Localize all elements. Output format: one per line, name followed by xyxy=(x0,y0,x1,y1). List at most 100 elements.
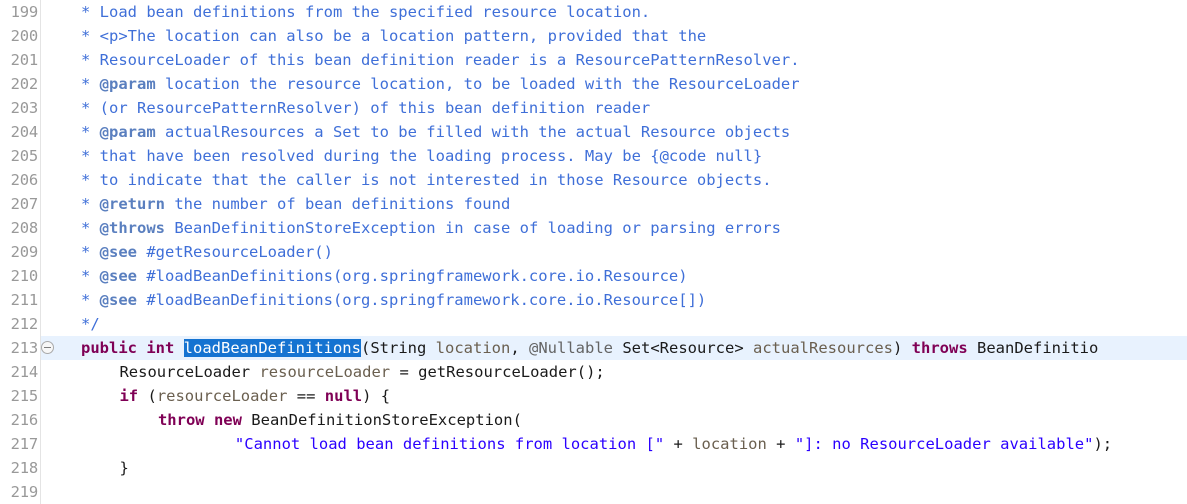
code-lines-container[interactable]: 199 * Load bean definitions from the spec… xyxy=(0,0,1187,504)
code-line-text[interactable]: } xyxy=(119,456,128,480)
code-line-text[interactable]: * @see #loadBeanDefinitions(org.springfr… xyxy=(81,288,706,312)
code-line-text[interactable]: * @see #loadBeanDefinitions(org.springfr… xyxy=(81,264,688,288)
code-line-text[interactable]: * to indicate that the caller is not int… xyxy=(81,168,772,192)
code-token: if xyxy=(119,387,139,405)
code-line[interactable]: 219 xyxy=(0,480,1187,504)
code-token: @param xyxy=(99,75,156,93)
code-line[interactable]: 210 * @see #loadBeanDefinitions(org.sprin… xyxy=(0,264,1187,288)
code-token: * <p>The location can also be a location… xyxy=(81,27,707,45)
line-number: 203 xyxy=(10,99,39,117)
code-token: * xyxy=(81,267,100,285)
code-line-text[interactable]: * (or ResourcePatternResolver) of this b… xyxy=(81,96,650,120)
code-token: ResourceLoader xyxy=(119,363,251,381)
code-line[interactable]: 203 * (or ResourcePatternResolver) of thi… xyxy=(0,96,1187,120)
code-line-text[interactable]: * @see #getResourceLoader() xyxy=(81,240,333,264)
line-number: 217 xyxy=(10,435,39,453)
code-token: ); xyxy=(1093,435,1113,453)
line-number: 204 xyxy=(10,123,39,141)
code-line-text[interactable]: * Load bean definitions from the specifi… xyxy=(81,0,650,24)
code-line[interactable]: 204 * @param actualResources a Set to be … xyxy=(0,120,1187,144)
code-line[interactable]: 207 * @return the number of bean definiti… xyxy=(0,192,1187,216)
code-line-text[interactable]: * @param actualResources a Set to be fil… xyxy=(81,120,790,144)
code-line-text[interactable]: if (resourceLoader == null) { xyxy=(119,384,390,408)
code-line[interactable]: 206 * to indicate that the caller is not … xyxy=(0,168,1187,192)
code-line[interactable]: 217 "Cannot load bean definitions from lo… xyxy=(0,432,1187,456)
code-line-text[interactable]: * that have been resolved during the loa… xyxy=(81,144,762,168)
code-line[interactable]: 215 if (resourceLoader == null) { xyxy=(0,384,1187,408)
code-line[interactable]: 201 * ResourceLoader of this bean definit… xyxy=(0,48,1187,72)
code-token: * that have been resolved during the loa… xyxy=(81,147,763,165)
code-token: @see xyxy=(99,267,137,285)
code-token: , xyxy=(510,339,529,357)
code-token: #loadBeanDefinitions(org.springframework… xyxy=(137,267,688,285)
code-token: } xyxy=(119,459,129,477)
code-line-text[interactable]: ResourceLoader resourceLoader = getResou… xyxy=(119,360,604,384)
code-token: location xyxy=(692,435,767,453)
code-token: resourceLoader xyxy=(156,387,288,405)
code-line-text[interactable]: public int loadBeanDefinitions(String lo… xyxy=(81,336,1098,360)
line-number: 215 xyxy=(10,387,39,405)
code-token: location the resource location, to be lo… xyxy=(155,75,800,93)
code-line[interactable]: 199 * Load bean definitions from the spec… xyxy=(0,0,1187,24)
selected-token: loadBeanDefinitions xyxy=(183,339,361,357)
code-line-text[interactable]: * @return the number of bean definitions… xyxy=(81,192,510,216)
code-token: BeanDefinitionStoreException in case of … xyxy=(165,219,781,237)
line-number: 202 xyxy=(10,75,39,93)
code-token: the number of bean definitions found xyxy=(165,195,511,213)
code-line[interactable]: 200 * <p>The location can also be a locat… xyxy=(0,24,1187,48)
code-token: ( xyxy=(138,387,157,405)
code-line[interactable]: 202 * @param location the resource locati… xyxy=(0,72,1187,96)
code-token: @see xyxy=(99,243,137,261)
code-token: ( xyxy=(360,339,371,357)
code-token: @throws xyxy=(99,219,165,237)
line-number: 207 xyxy=(10,195,39,213)
code-line-background xyxy=(40,312,1187,336)
line-number: 200 xyxy=(10,27,39,45)
code-token: actualResources a Set to be filled with … xyxy=(155,123,791,141)
code-token: "]: no ResourceLoader available" xyxy=(794,435,1094,453)
code-token: * xyxy=(81,195,100,213)
code-token: BeanDefinitio xyxy=(977,339,1099,357)
code-token: public int xyxy=(81,339,175,357)
line-number: 219 xyxy=(10,483,39,501)
code-line-text[interactable]: * <p>The location can also be a location… xyxy=(81,24,706,48)
code-line-text[interactable]: * @throws BeanDefinitionStoreException i… xyxy=(81,216,781,240)
code-line-text[interactable]: */ xyxy=(81,312,100,336)
code-line-text[interactable]: * ResourceLoader of this bean definition… xyxy=(81,48,800,72)
code-token: BeanDefinitionStoreException( xyxy=(241,411,522,429)
code-token: throw new xyxy=(157,411,242,429)
code-token: * xyxy=(81,75,100,93)
code-token: ) xyxy=(893,339,912,357)
code-token: String xyxy=(370,339,427,357)
code-token: "Cannot load bean definitions from locat… xyxy=(234,435,665,453)
code-line[interactable]: 205 * that have been resolved during the … xyxy=(0,144,1187,168)
code-line[interactable]: 208 * @throws BeanDefinitionStoreExceptio… xyxy=(0,216,1187,240)
code-token: * (or ResourcePatternResolver) of this b… xyxy=(81,99,651,117)
code-token: @Nullable xyxy=(529,339,613,357)
line-number: 208 xyxy=(10,219,39,237)
code-editor-viewport[interactable]: 199 * Load bean definitions from the spec… xyxy=(0,0,1187,504)
line-number: 199 xyxy=(10,3,39,21)
collapse-minus-circle-icon[interactable] xyxy=(41,341,54,354)
code-line[interactable]: 213 public int loadBeanDefinitions(String… xyxy=(0,336,1187,360)
code-line-text[interactable]: "Cannot load bean definitions from locat… xyxy=(235,432,1112,456)
line-number: 211 xyxy=(10,291,39,309)
code-token: null xyxy=(324,387,363,405)
code-line[interactable]: 211 * @see #loadBeanDefinitions(org.sprin… xyxy=(0,288,1187,312)
line-number: 213 xyxy=(10,339,39,357)
code-token: * Load bean definitions from the specifi… xyxy=(81,3,651,21)
code-token: == xyxy=(287,387,325,405)
code-line-text[interactable]: throw new BeanDefinitionStoreException( xyxy=(158,408,522,432)
code-token: * xyxy=(81,243,100,261)
code-line[interactable]: 218} xyxy=(0,456,1187,480)
code-token: location xyxy=(435,339,511,357)
code-line-text[interactable]: * @param location the resource location,… xyxy=(81,72,800,96)
code-line[interactable]: 214 ResourceLoader resourceLoader = getRe… xyxy=(0,360,1187,384)
code-line[interactable]: 209 * @see #getResourceLoader() xyxy=(0,240,1187,264)
code-line[interactable]: 212 */ xyxy=(0,312,1187,336)
code-line[interactable]: 216 throw new BeanDefinitionStoreExceptio… xyxy=(0,408,1187,432)
code-token: * ResourceLoader of this bean definition… xyxy=(81,51,800,69)
